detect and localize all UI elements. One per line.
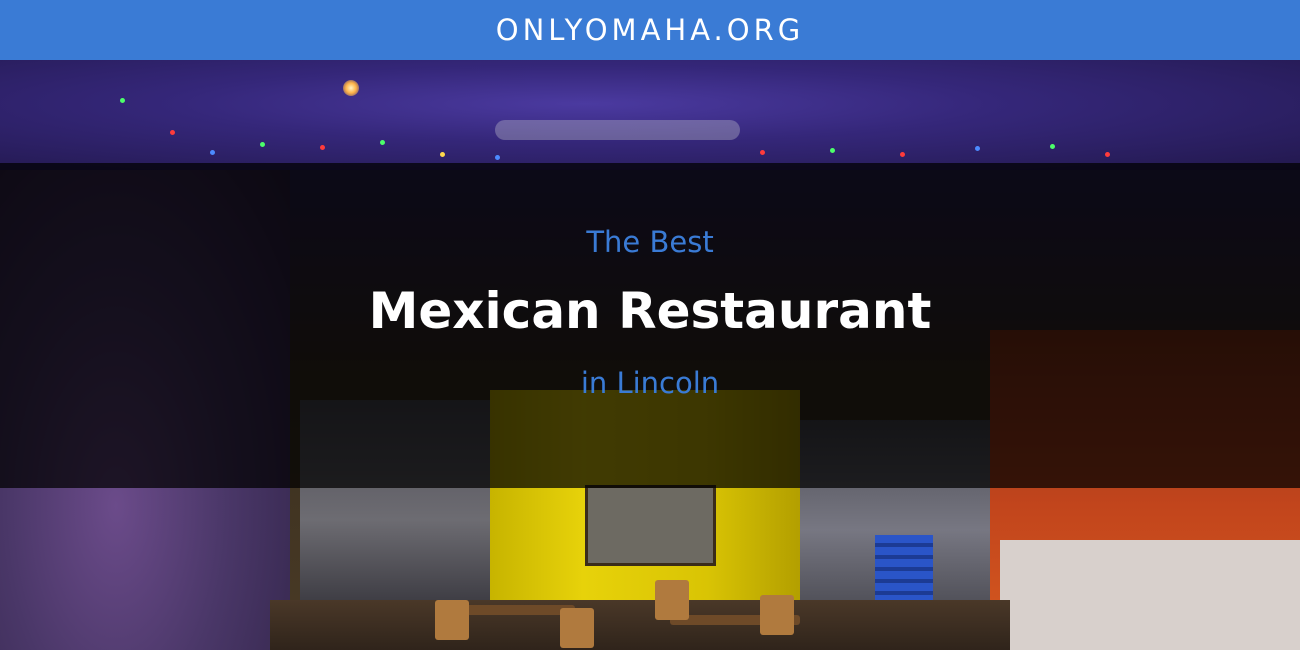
headline-prefix: The Best	[586, 225, 714, 259]
string-light	[210, 150, 215, 155]
headline-title: Mexican Restaurant	[368, 282, 932, 340]
kitchen-pass-window	[585, 485, 716, 566]
site-name[interactable]: ONLYOMAHA.ORG	[496, 13, 804, 47]
ceiling-fan	[495, 120, 740, 140]
string-light	[260, 142, 265, 147]
string-light	[975, 146, 980, 151]
string-light	[380, 140, 385, 145]
string-light	[1105, 152, 1110, 157]
string-light	[120, 98, 125, 103]
wall-wainscot	[1000, 540, 1300, 650]
string-light	[760, 150, 765, 155]
dining-table	[455, 605, 575, 615]
string-light	[830, 148, 835, 153]
dining-chair	[560, 608, 594, 648]
string-light	[440, 152, 445, 157]
site-header-bar: ONLYOMAHA.ORG	[0, 0, 1300, 60]
blue-crates	[875, 535, 933, 605]
string-light	[170, 130, 175, 135]
ceiling-lamp	[343, 80, 359, 96]
string-light	[900, 152, 905, 157]
dining-chair	[435, 600, 469, 640]
dining-chair	[760, 595, 794, 635]
string-light	[320, 145, 325, 150]
headline-location: in Lincoln	[580, 366, 720, 400]
floor	[270, 600, 1010, 650]
string-light	[495, 155, 500, 160]
dining-chair	[655, 580, 689, 620]
page: ONLYOMAHA.ORG The Best Mexican Restauran…	[0, 0, 1300, 650]
string-light	[1050, 144, 1055, 149]
